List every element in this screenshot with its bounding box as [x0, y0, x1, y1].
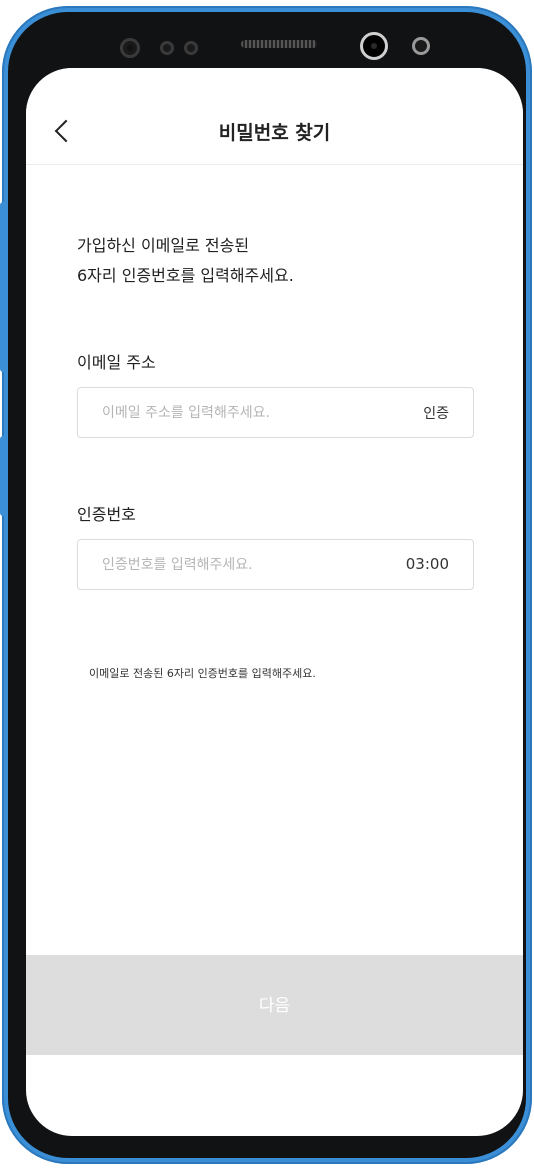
countdown-timer: 03:00 — [405, 555, 449, 573]
code-label: 인증번호 — [77, 505, 136, 524]
verify-button[interactable]: 인증 — [423, 403, 449, 423]
page-title: 비밀번호 찾기 — [218, 122, 331, 144]
side-button — [0, 202, 8, 372]
next-button[interactable]: 다음 — [26, 955, 523, 1055]
helper-text: 이메일로 전송된 6자리 인증번호를 입력해주세요. — [89, 667, 316, 680]
camera-icon — [120, 38, 140, 58]
sensor-icon — [184, 41, 198, 55]
app-header: 비밀번호 찾기 — [26, 68, 523, 165]
sensor-icon — [412, 37, 430, 55]
speaker-grille — [241, 40, 317, 48]
intro-line-2: 6자리 인증번호를 입력해주세요. — [77, 266, 294, 285]
email-field-box: 인증 — [77, 387, 474, 438]
sensor-icon — [160, 41, 174, 55]
front-camera-icon — [360, 32, 388, 60]
intro-line-1: 가입하신 이메일로 전송된 — [77, 236, 250, 255]
code-field-box: 03:00 — [77, 539, 474, 590]
phone-frame: 비밀번호 찾기 가입하신 이메일로 전송된 6자리 인증번호를 입력해주세요. … — [0, 6, 532, 1164]
code-input[interactable] — [102, 540, 382, 589]
form-content: 가입하신 이메일로 전송된 6자리 인증번호를 입력해주세요. 이메일 주소 인… — [26, 165, 523, 955]
intro-text: 가입하신 이메일로 전송된 6자리 인증번호를 입력해주세요. — [77, 231, 294, 291]
email-input[interactable] — [102, 388, 382, 437]
app-screen: 비밀번호 찾기 가입하신 이메일로 전송된 6자리 인증번호를 입력해주세요. … — [26, 68, 523, 1136]
email-label: 이메일 주소 — [77, 353, 156, 372]
side-button — [0, 436, 8, 516]
